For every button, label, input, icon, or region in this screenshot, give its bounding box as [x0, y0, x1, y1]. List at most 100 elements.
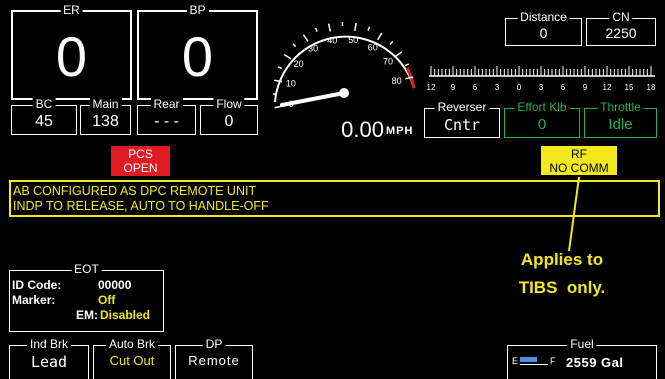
main-value: 138 — [81, 113, 130, 131]
speedometer: 01020304050607080 — [262, 6, 432, 116]
bc-value: 45 — [12, 113, 76, 131]
annotation-line2: TIBS only. — [497, 274, 627, 302]
effort-tick-label: 18 — [647, 83, 656, 92]
effort-label: Effort Klb — [514, 100, 569, 114]
eot-em-label: EM: — [12, 308, 98, 322]
eot-id-row: ID Code:00000 — [12, 278, 131, 292]
auto-brk-box: Auto Brk Cut Out — [93, 345, 171, 379]
er-label: ER — [60, 3, 83, 17]
eot-em-row: EM:Disabled — [12, 308, 150, 322]
effort-box: Effort Klb 0 — [504, 108, 580, 138]
eot-marker-row: Marker:Off — [12, 293, 115, 307]
flow-value: 0 — [201, 113, 257, 131]
effort-tick-label: 6 — [561, 83, 566, 92]
pcs-line2: OPEN — [111, 161, 170, 175]
bc-label: BC — [33, 97, 56, 111]
fuel-full-label: F — [550, 356, 556, 366]
auto-brk-value: Cut Out — [94, 353, 170, 368]
ind-brk-box: Ind Brk Lead — [9, 345, 89, 379]
effort-tick-label: 3 — [495, 83, 500, 92]
eot-title: EOT — [71, 262, 102, 276]
rear-label: Rear — [150, 97, 182, 111]
fuel-gauge: E F — [512, 354, 556, 368]
pcs-line1: PCS — [111, 147, 170, 161]
needle-hub — [339, 88, 349, 98]
speed-tick — [303, 35, 308, 42]
eot-marker-value: Off — [98, 293, 115, 307]
callout-line — [555, 175, 595, 255]
speed-unit: MPH — [386, 125, 413, 137]
speed-tick-label: 40 — [327, 35, 337, 45]
distance-box: Distance 0 — [505, 18, 582, 46]
speed-tick — [395, 52, 402, 57]
main-label: Main — [89, 97, 121, 111]
fuel-gauge-track — [520, 356, 548, 365]
speed-tick — [278, 67, 282, 68]
fuel-value: 2559 Gal — [566, 355, 624, 370]
speed-tick — [378, 33, 382, 40]
bp-value: 0 — [139, 22, 256, 92]
speed-tick — [405, 64, 409, 66]
cn-value: 2250 — [587, 25, 655, 41]
speed-tick-label: 20 — [294, 59, 304, 69]
rear-gauge: Rear - - - — [137, 105, 196, 135]
dp-box: DP Remote — [175, 345, 253, 379]
throttle-box: Throttle Idle — [584, 108, 657, 138]
dp-value: Remote — [176, 353, 252, 368]
fuel-label: Fuel — [567, 337, 596, 351]
speed-tick — [368, 27, 369, 31]
effort-tick-label: 3 — [539, 83, 544, 92]
speed-tick — [390, 41, 393, 44]
cn-label: CN — [609, 10, 632, 24]
distance-value: 0 — [506, 25, 581, 41]
effort-tick-label: 12 — [603, 83, 612, 92]
effort-tick-label: 15 — [625, 83, 634, 92]
pcs-open-alert: PCS OPEN — [111, 146, 170, 176]
rf-line1: RF — [541, 147, 617, 161]
reverser-value: Cntr — [425, 116, 499, 134]
eot-marker-label: Marker: — [12, 293, 98, 307]
fuel-box: Fuel E F 2559 Gal — [507, 345, 657, 379]
rear-value: - - - — [138, 113, 195, 131]
speed-tick — [355, 23, 356, 31]
er-gauge: ER 0 — [11, 10, 132, 100]
throttle-value: Idle — [585, 116, 656, 133]
speed-tick-label: 50 — [348, 35, 358, 45]
speed-tick — [329, 24, 331, 32]
eot-em-value: Disabled — [100, 308, 150, 322]
throttle-label: Throttle — [597, 100, 644, 114]
main-gauge: Main 138 — [80, 105, 131, 135]
distance-label: Distance — [517, 10, 570, 24]
speed-tick-label: 70 — [383, 57, 393, 67]
bp-gauge: BP 0 — [137, 10, 258, 100]
ind-brk-value: Lead — [10, 353, 88, 371]
reverser-box: Reverser Cntr — [424, 108, 500, 138]
fuel-empty-label: E — [512, 356, 518, 366]
effort-tick-label: 9 — [583, 83, 588, 92]
dp-label: DP — [203, 337, 226, 351]
bc-gauge: BC 45 — [11, 105, 77, 135]
speed-tick — [284, 55, 291, 59]
speed-tick — [315, 28, 317, 32]
effort-tick-label: 9 — [451, 83, 456, 92]
fuel-gauge-fill — [520, 357, 537, 362]
annotation-text: Applies to TIBS only. — [497, 246, 627, 302]
rf-no-comm-alert: RF NO COMM — [541, 146, 617, 175]
speed-tick-label: 80 — [392, 76, 402, 86]
reverser-label: Reverser — [435, 100, 490, 114]
effort-tick-label: 0 — [517, 83, 522, 92]
effort-scale: 129630369121518 — [425, 64, 660, 96]
flow-gauge: Flow 0 — [200, 105, 258, 135]
bp-label: BP — [186, 3, 208, 17]
eot-id-label: ID Code: — [12, 278, 98, 292]
ind-brk-label: Ind Brk — [27, 337, 71, 351]
speed-tick-label: 30 — [308, 44, 318, 54]
er-value: 0 — [13, 22, 130, 92]
effort-tick-label: 12 — [427, 83, 436, 92]
rf-line2: NO COMM — [541, 161, 617, 175]
speed-tick-label: 10 — [286, 78, 296, 88]
effort-value: 0 — [505, 116, 579, 133]
eot-box: EOT ID Code:00000 Marker:Off EM:Disabled — [9, 270, 164, 332]
cn-box: CN 2250 — [586, 18, 656, 46]
flow-label: Flow — [213, 97, 244, 111]
